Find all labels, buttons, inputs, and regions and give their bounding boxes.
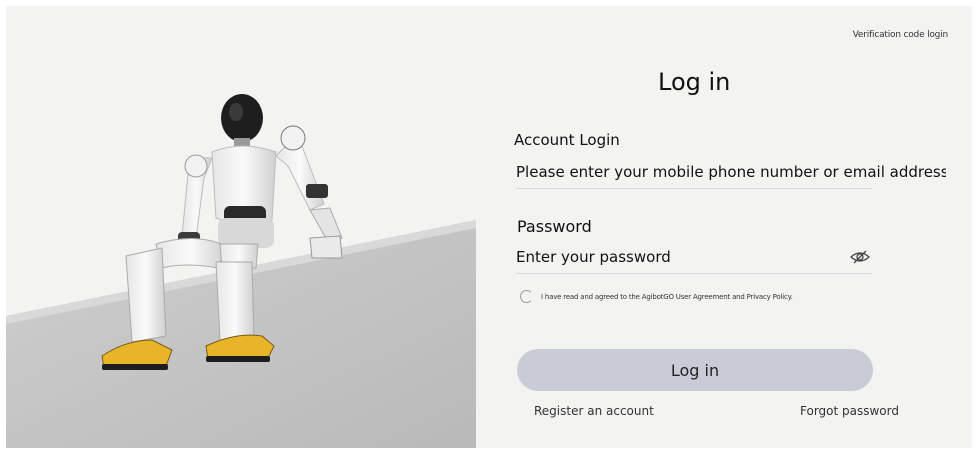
page-title: Log in xyxy=(658,68,731,96)
agreement-radio[interactable] xyxy=(520,290,533,303)
login-page: Verification code login Log in Account L… xyxy=(6,6,972,448)
robot-image xyxy=(6,94,476,448)
account-login-label: Account Login xyxy=(514,131,620,149)
register-account-link[interactable]: Register an account xyxy=(534,404,654,418)
agreement-text: I have read and agreed to the AgibotGO U… xyxy=(541,292,793,301)
login-button[interactable]: Log in xyxy=(517,349,873,391)
account-field xyxy=(516,158,946,189)
password-label: Password xyxy=(517,217,592,236)
account-input[interactable] xyxy=(516,158,946,186)
password-input[interactable] xyxy=(516,243,836,271)
robot-illustration xyxy=(6,6,486,448)
password-field xyxy=(516,243,872,274)
eye-slash-icon[interactable] xyxy=(850,249,870,265)
agreement-row: I have read and agreed to the AgibotGO U… xyxy=(520,290,793,303)
forgot-password-link[interactable]: Forgot password xyxy=(800,404,899,418)
verification-code-login-link[interactable]: Verification code login xyxy=(853,30,949,40)
